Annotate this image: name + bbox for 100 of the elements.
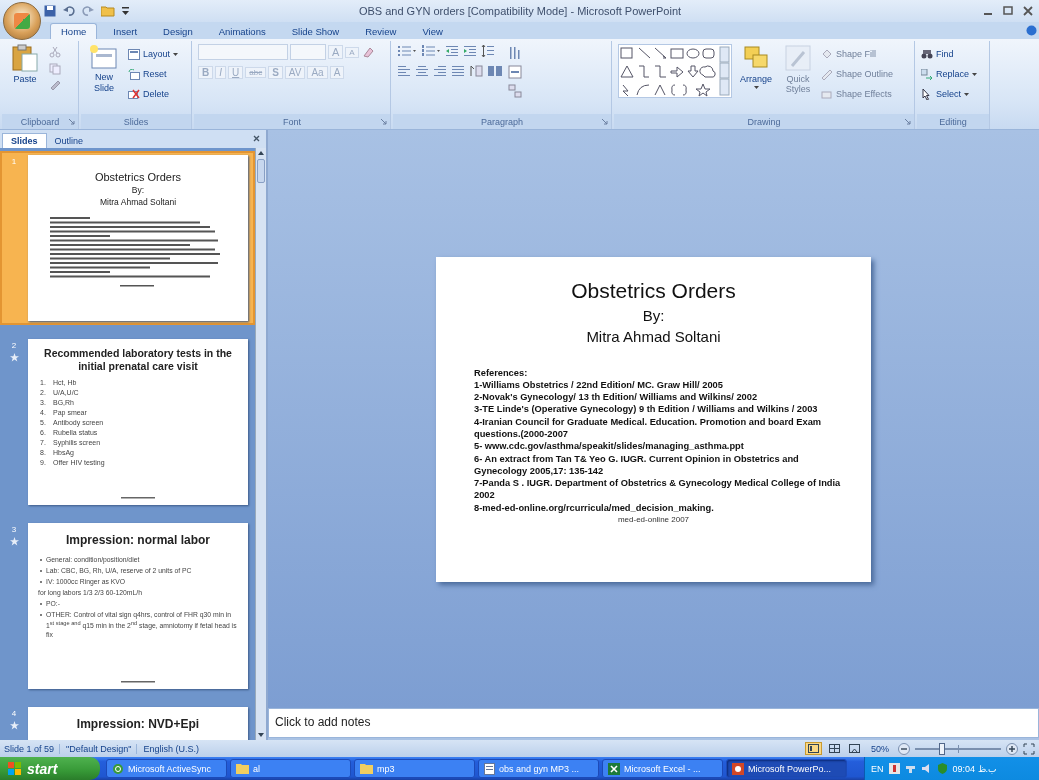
thumbnail-title: Obstetrics Orders xyxy=(94,171,182,183)
ribbon-command[interactable]: Layout xyxy=(128,46,179,62)
document-icon xyxy=(484,762,495,775)
close-button[interactable] xyxy=(1021,5,1035,17)
scrollbar[interactable] xyxy=(255,148,266,740)
dialog-launcher-icon[interactable] xyxy=(904,118,911,125)
align-right-icon[interactable] xyxy=(433,64,447,78)
increase-indent-icon[interactable] xyxy=(463,44,477,58)
group-label: Font xyxy=(283,116,301,127)
taskbar-button[interactable]: al xyxy=(230,759,351,778)
slide-title: Obstetrics Orders xyxy=(571,278,736,303)
ribbon-tab[interactable]: Insert xyxy=(103,24,148,39)
slide-subtitle: By: xyxy=(642,306,665,324)
folder-icon xyxy=(236,763,249,774)
undo-icon[interactable] xyxy=(63,5,75,17)
caret-icon xyxy=(753,86,759,89)
ribbon-tab[interactable]: Slide Show xyxy=(281,24,350,39)
reference-text: 2-Novak's Gynecology/ 13 th Edition/ Williams and Wilkins/ 2002 xyxy=(474,391,759,404)
scrollbar-thumb[interactable] xyxy=(257,159,265,183)
slide-thumbnail[interactable] xyxy=(28,523,248,689)
zoom-level[interactable]: 50% xyxy=(871,743,889,754)
reference-text: 3-TE Linde's (Operative Gynecology) 9 th Edition / Williams and Wilkins / 2003 xyxy=(474,403,819,416)
save-icon[interactable] xyxy=(44,5,56,17)
group-label: Clipboard xyxy=(20,116,60,127)
slide-thumbnail[interactable]: Obstetrics Orders By: Mitra Ahmad Soltani xyxy=(28,155,248,321)
justify-icon[interactable] xyxy=(451,64,465,78)
group-label: Slides xyxy=(123,116,149,127)
group-label: Drawing xyxy=(747,116,781,127)
status-text: Slide 1 of 59 xyxy=(4,743,55,754)
pane-tab[interactable]: Outline xyxy=(46,134,92,148)
cursor-icon xyxy=(921,88,933,100)
taskbar-button[interactable]: Microsoft Excel - ... xyxy=(602,759,723,778)
zoom-out-button[interactable] xyxy=(898,742,910,755)
reference-text: 7-Panda S . IUGR. Department of Obstetrics & Gynecology Medical College of India 2002 xyxy=(474,477,841,502)
dialog-launcher-icon[interactable] xyxy=(601,118,608,125)
smartart-icon[interactable] xyxy=(508,84,522,98)
start-button[interactable]: start xyxy=(0,757,100,780)
ribbon-command[interactable]: Replace xyxy=(921,66,978,82)
notes-field[interactable]: Click to add notes xyxy=(268,708,1039,738)
ribbon-command[interactable]: Reset xyxy=(128,66,179,82)
taskbar-button[interactable]: obs and gyn MP3 ... xyxy=(478,759,599,778)
sync-icon xyxy=(112,762,124,775)
taskbar-button[interactable]: Microsoft PowerPo... xyxy=(726,759,847,778)
footer-line-drawing xyxy=(121,497,155,499)
footer-line-drawing xyxy=(121,681,155,683)
scissors-icon[interactable] xyxy=(49,46,61,58)
paste-button[interactable]: Paste xyxy=(6,44,44,84)
thumbnail-text: By: xyxy=(131,185,145,195)
status-text: English (U.S.) xyxy=(136,743,199,754)
slide-thumbnail[interactable]: Impression: NVD+Epi xyxy=(28,707,248,740)
taskbar-button[interactable]: Microsoft ActiveSync xyxy=(106,759,227,778)
decrease-indent-icon[interactable] xyxy=(445,44,459,58)
align-left-icon[interactable] xyxy=(397,64,411,78)
fit-to-window-icon[interactable] xyxy=(1023,742,1035,755)
references-heading: References: xyxy=(474,366,529,379)
copy-icon[interactable] xyxy=(49,63,61,75)
dialog-launcher-icon[interactable] xyxy=(68,118,75,125)
arrange-button[interactable]: Arrange xyxy=(737,44,775,89)
paintbrush-icon[interactable] xyxy=(49,80,61,92)
shapes-gallery[interactable] xyxy=(618,44,732,98)
clipboard-icon xyxy=(12,44,38,72)
ribbon-tab[interactable]: Animations xyxy=(208,24,276,39)
ribbon-command[interactable]: Find xyxy=(921,46,978,62)
line-spacing-icon[interactable] xyxy=(481,44,495,58)
taskbar-button[interactable]: mp3 xyxy=(354,759,475,778)
binoculars-icon xyxy=(921,48,933,60)
ribbon-tab[interactable]: View xyxy=(412,24,453,39)
zoom-slider-thumb[interactable] xyxy=(938,742,945,755)
ribbon-tab[interactable]: Review xyxy=(355,24,407,39)
redo-icon[interactable] xyxy=(82,5,94,17)
bullets-icon[interactable] xyxy=(397,44,417,58)
slide-sorter-button[interactable] xyxy=(827,743,842,754)
office-button[interactable] xyxy=(3,2,41,40)
normal-view-button[interactable] xyxy=(805,742,822,755)
ribbon-tab[interactable]: Design xyxy=(153,24,203,39)
ribbon-command[interactable]: Delete xyxy=(128,86,179,102)
pencil-icon xyxy=(821,68,833,80)
columns-icon[interactable] xyxy=(487,64,503,78)
status-text: "Default Design" xyxy=(59,743,132,754)
numbering-icon[interactable] xyxy=(421,44,441,58)
align-center-icon[interactable] xyxy=(415,64,429,78)
ribbon-command[interactable]: Select xyxy=(921,86,978,102)
slide-show-button[interactable] xyxy=(847,743,862,754)
language-indicator[interactable]: EN xyxy=(871,763,884,774)
slide-footer: med-ed-online 2007 xyxy=(617,515,690,525)
align-text-icon[interactable] xyxy=(508,65,522,79)
ribbon-tab[interactable]: Home xyxy=(50,23,98,39)
thumbnail-text: Mitra Ahmad Soltani xyxy=(99,197,177,207)
close-icon[interactable] xyxy=(253,135,260,142)
zoom-in-button[interactable] xyxy=(1006,742,1018,755)
folder-icon[interactable] xyxy=(101,5,115,17)
maximize-button[interactable] xyxy=(1001,5,1015,17)
speaker-icon[interactable] xyxy=(920,763,932,774)
network-icon[interactable] xyxy=(904,763,916,774)
pane-tab[interactable]: Slides xyxy=(2,133,47,148)
new-slide-button[interactable]: New Slide xyxy=(85,44,123,94)
presentation-icon xyxy=(732,762,744,775)
thumbnail-title: Impression: normal labor xyxy=(66,533,210,547)
customize-caret-icon[interactable] xyxy=(122,7,129,15)
slide-number: 2 xyxy=(11,341,17,350)
